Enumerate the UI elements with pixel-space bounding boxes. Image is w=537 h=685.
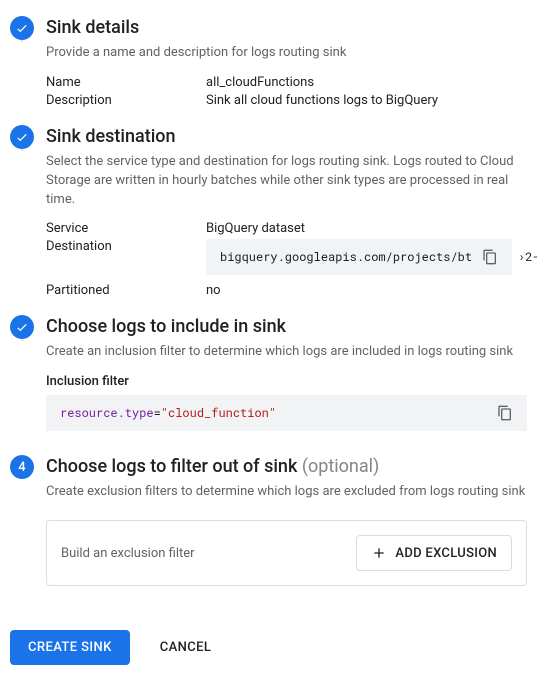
step-include-logs: Choose logs to include in sink Create an… xyxy=(10,315,527,455)
step-sink-details: Sink details Provide a name and descript… xyxy=(10,16,527,125)
add-exclusion-label: ADD EXCLUSION xyxy=(395,546,497,561)
step-title: Choose logs to filter out of sink (optio… xyxy=(46,456,527,477)
service-label: Service xyxy=(46,221,206,236)
step-number: 4 xyxy=(18,460,25,475)
step-number-icon: 4 xyxy=(10,455,34,479)
partitioned-label: Partitioned xyxy=(46,283,206,298)
name-label: Name xyxy=(46,75,206,90)
exclusion-hint: Build an exclusion filter xyxy=(61,546,195,561)
filter-keyword: resource.type xyxy=(60,405,154,421)
filter-string: "cloud_function" xyxy=(161,405,276,421)
step-help: Select the service type and destination … xyxy=(46,153,537,210)
step-optional: (optional) xyxy=(302,456,379,477)
step-sink-destination: Sink destination Select the service type… xyxy=(10,125,527,316)
copy-icon[interactable] xyxy=(482,249,498,265)
service-value: BigQuery dataset xyxy=(206,221,537,236)
step-title: Choose logs to include in sink xyxy=(46,316,527,337)
step-exclude-logs: 4 Choose logs to filter out of sink (opt… xyxy=(10,455,527,600)
cancel-button[interactable]: CANCEL xyxy=(154,630,218,665)
exclusion-filter-box: Build an exclusion filter ADD EXCLUSION xyxy=(46,520,527,586)
step-indicator xyxy=(10,16,34,40)
filter-equals: = xyxy=(154,405,161,421)
copy-icon[interactable] xyxy=(497,405,513,421)
step-indicator xyxy=(10,315,34,339)
step-complete-icon xyxy=(10,125,34,149)
create-sink-button[interactable]: CREATE SINK xyxy=(10,630,130,665)
step-help: Create an inclusion filter to determine … xyxy=(46,343,527,362)
step-title: Sink details xyxy=(46,17,527,38)
footer-actions: CREATE SINK CANCEL xyxy=(10,630,527,665)
step-help: Provide a name and description for logs … xyxy=(46,44,527,63)
inclusion-filter-label: Inclusion filter xyxy=(46,374,527,389)
step-indicator xyxy=(10,125,34,149)
step-complete-icon xyxy=(10,315,34,339)
plus-icon xyxy=(371,545,387,561)
step-indicator: 4 xyxy=(10,455,34,479)
step-title-text: Choose logs to filter out of sink xyxy=(46,456,297,477)
description-value: Sink all cloud functions logs to BigQuer… xyxy=(206,93,527,108)
destination-value: bigquery.googleapis.com/projects/bt xyxy=(220,249,472,265)
inclusion-filter-code: resource.type="cloud_function" xyxy=(46,395,527,431)
name-value: all_cloudFunctions xyxy=(206,75,527,90)
partitioned-value: no xyxy=(206,283,537,298)
add-exclusion-button[interactable]: ADD EXCLUSION xyxy=(356,535,512,571)
destination-tail: ›2- xyxy=(518,249,537,265)
description-label: Description xyxy=(46,93,206,108)
destination-label: Destination xyxy=(46,239,206,275)
step-complete-icon xyxy=(10,16,34,40)
step-help: Create exclusion filters to determine wh… xyxy=(46,483,527,502)
step-title: Sink destination xyxy=(46,126,537,147)
